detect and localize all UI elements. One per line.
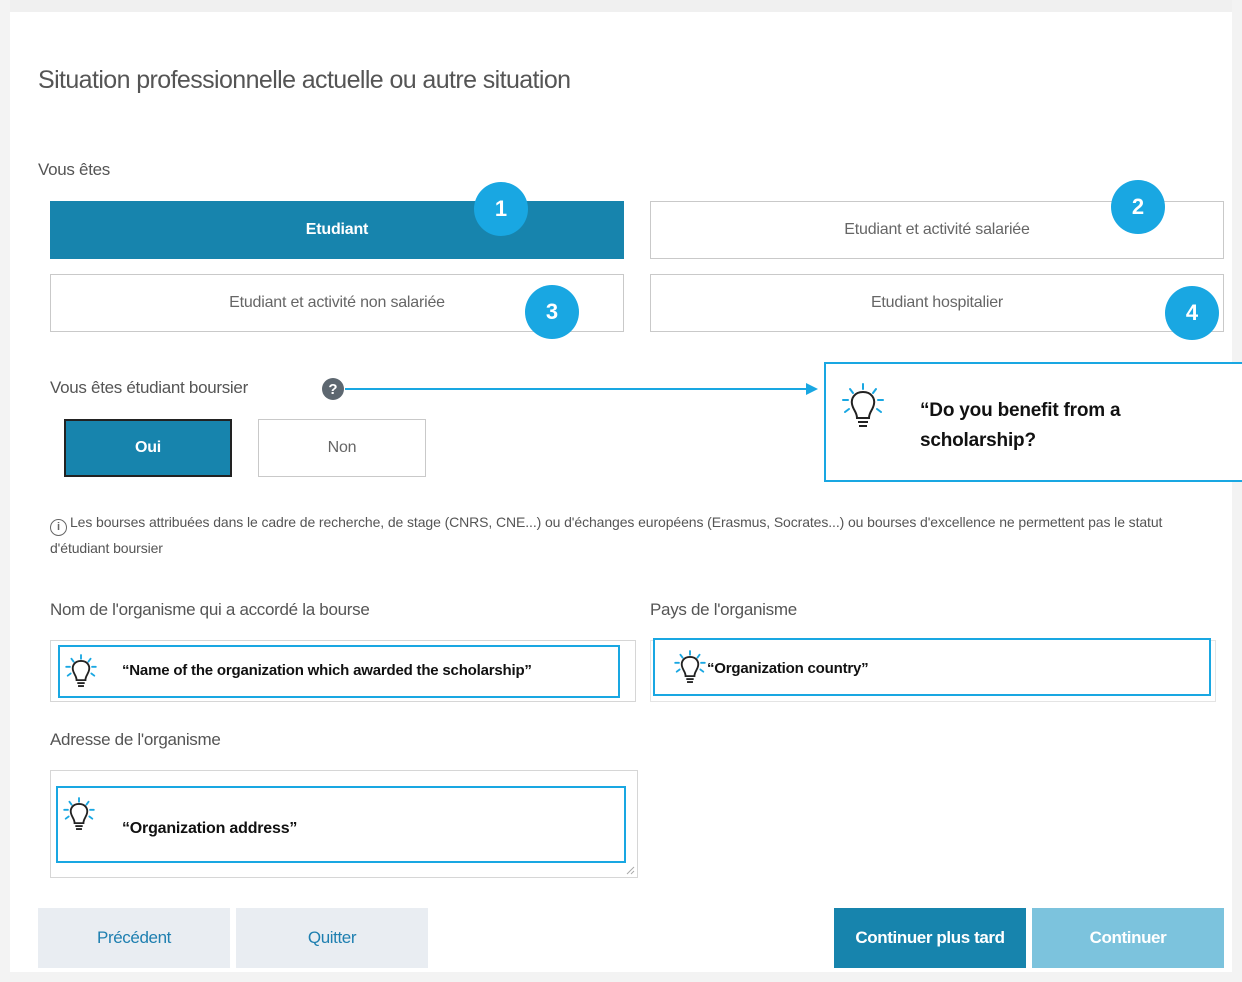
info-note: i Les bourses attribuées dans le cadre de… — [50, 510, 1200, 560]
callout-org-country: “Organization country” — [653, 638, 1211, 696]
lightbulb-icon — [842, 383, 884, 427]
step-badge-1: 1 — [474, 182, 528, 236]
option-etudiant-hospitalier-label: Etudiant hospitalier — [870, 294, 1004, 311]
right-border — [1232, 0, 1242, 982]
callout-org-country-text: “Organization country” — [707, 660, 869, 677]
callout-arrowhead — [806, 383, 818, 395]
previous-button[interactable]: Précédent — [38, 908, 230, 968]
bottom-border — [0, 972, 1242, 982]
callout-org-name: “Name of the organization which awarded … — [58, 645, 620, 698]
quit-button-label: Quitter — [307, 928, 357, 947]
org-name-label: Nom de l'organisme qui a accordé la bour… — [50, 600, 370, 619]
step-badge-4: 4 — [1165, 286, 1219, 340]
boursier-label: Vous êtes étudiant boursier — [50, 378, 248, 397]
option-etudiant[interactable]: Etudiant — [50, 201, 624, 259]
page-title: Situation professionnelle actuelle ou au… — [38, 66, 571, 94]
continue-button-label: Continuer — [1089, 928, 1167, 947]
callout-org-address: “Organization address” — [56, 786, 626, 863]
callout-org-address-text: “Organization address” — [122, 820, 298, 837]
callout-scholarship-text: “Do you benefit from a scholarship? — [920, 400, 1121, 451]
continue-button[interactable]: Continuer — [1032, 908, 1224, 968]
lightbulb-icon — [674, 650, 706, 683]
resize-handle-icon[interactable] — [625, 865, 635, 875]
quit-button[interactable]: Quitter — [236, 908, 428, 968]
vous-etes-label: Vous êtes — [38, 160, 110, 179]
step-badge-3: 3 — [525, 285, 579, 339]
boursier-yes-button[interactable]: Oui — [64, 419, 232, 477]
option-etudiant-non-salariee-label: Etudiant et activité non salariée — [229, 294, 445, 311]
option-etudiant-salariee-label: Etudiant et activité salariée — [844, 221, 1030, 238]
continue-later-button[interactable]: Continuer plus tard — [834, 908, 1026, 968]
callout-org-name-text: “Name of the organization which awarded … — [122, 662, 532, 679]
option-etudiant-label: Etudiant — [305, 221, 369, 238]
top-border — [0, 0, 1242, 12]
info-note-text: Les bourses attribuées dans le cadre de … — [50, 514, 1163, 556]
boursier-no-button[interactable]: Non — [258, 419, 426, 477]
boursier-no-label: Non — [327, 439, 357, 456]
continue-later-button-label: Continuer plus tard — [855, 928, 1005, 947]
lightbulb-icon — [63, 797, 95, 830]
org-country-label: Pays de l'organisme — [650, 600, 797, 619]
left-border — [0, 0, 10, 982]
info-icon: i — [50, 518, 67, 536]
form-page: Situation professionnelle actuelle ou au… — [0, 0, 1242, 982]
org-address-label: Adresse de l'organisme — [50, 730, 221, 749]
callout-connector-line — [345, 388, 807, 390]
step-badge-2: 2 — [1111, 180, 1165, 234]
previous-button-label: Précédent — [97, 928, 171, 947]
help-icon[interactable]: ? — [322, 378, 344, 400]
boursier-yes-label: Oui — [134, 439, 162, 456]
option-etudiant-hospitalier[interactable]: Etudiant hospitalier — [650, 274, 1224, 332]
callout-scholarship: “Do you benefit from a scholarship? — [824, 362, 1242, 482]
lightbulb-icon — [65, 654, 97, 687]
